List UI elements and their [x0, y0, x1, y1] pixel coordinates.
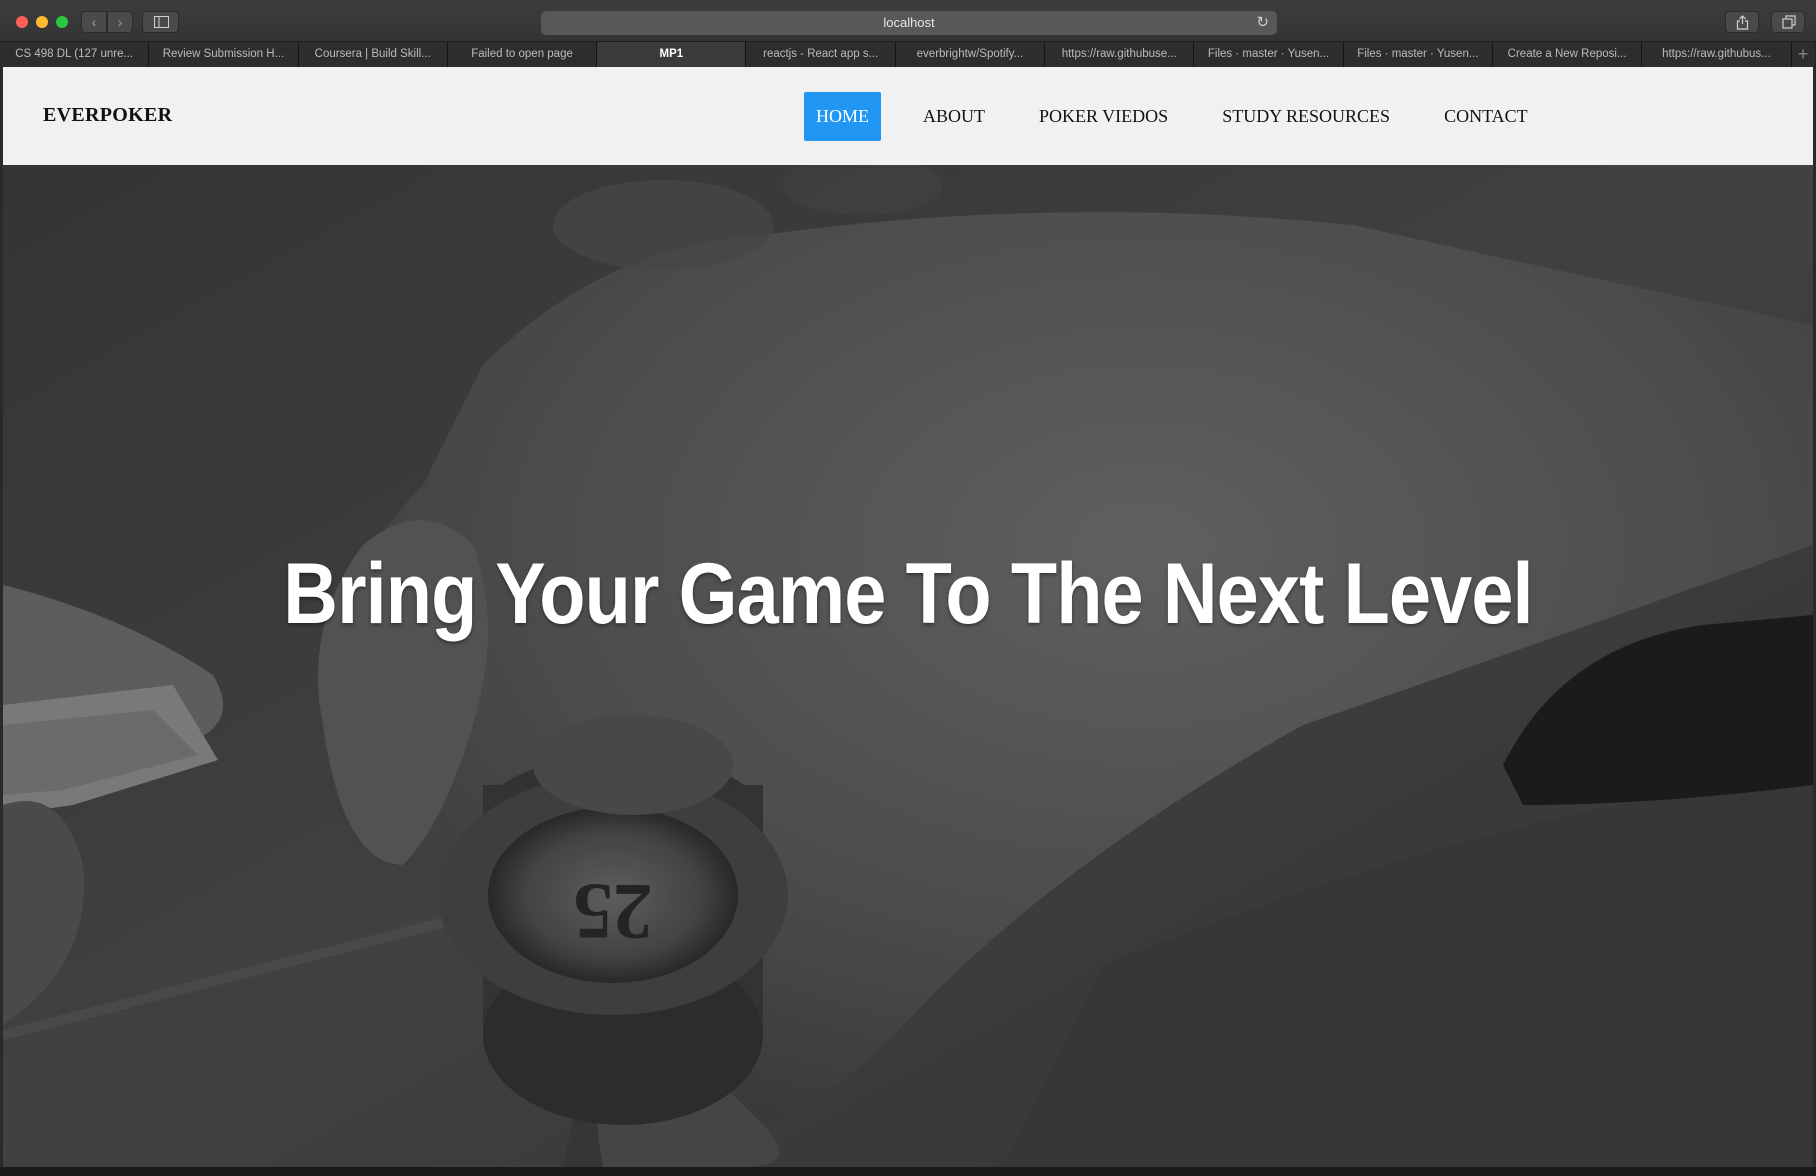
- browser-tab[interactable]: Files · master · Yusen...: [1194, 42, 1344, 67]
- browser-tab[interactable]: https://raw.githubus...: [1642, 42, 1792, 67]
- back-button[interactable]: ‹: [81, 11, 107, 33]
- site-navbar: EVERPOKER HOME ABOUT POKER VIEDOS STUDY …: [3, 67, 1813, 165]
- nav-menu: HOME ABOUT POKER VIEDOS STUDY RESOURCES …: [804, 92, 1570, 141]
- nav-item-home[interactable]: HOME: [804, 92, 881, 141]
- new-tab-button[interactable]: +: [1791, 42, 1815, 67]
- sidebar-icon: [154, 16, 169, 28]
- browser-tab-active[interactable]: MP1: [597, 42, 747, 67]
- chevron-left-icon: ‹: [91, 14, 97, 30]
- nav-item-contact[interactable]: CONTACT: [1432, 92, 1540, 141]
- hero-section: 25 Bring Your Game To The Next Level: [3, 165, 1813, 1167]
- share-icon: [1736, 15, 1749, 30]
- browser-tab[interactable]: Review Submission H...: [149, 42, 299, 67]
- chevron-right-icon: ›: [117, 14, 123, 30]
- browser-tab[interactable]: Create a New Reposi...: [1492, 42, 1643, 67]
- browser-tab[interactable]: CS 498 DL (127 unre...: [0, 42, 150, 67]
- site-logo[interactable]: EVERPOKER: [43, 104, 172, 127]
- tab-strip: CS 498 DL (127 unre... Review Submission…: [0, 42, 1816, 67]
- browser-tab[interactable]: Coursera | Build Skill...: [298, 42, 448, 67]
- nav-item-about[interactable]: ABOUT: [911, 92, 997, 141]
- browser-tab[interactable]: Files · master · Yusen...: [1343, 42, 1493, 67]
- share-button[interactable]: [1725, 11, 1759, 33]
- hero-background-image: 25: [3, 165, 1813, 1167]
- plus-icon: +: [1797, 44, 1809, 64]
- web-page: EVERPOKER HOME ABOUT POKER VIEDOS STUDY …: [3, 67, 1813, 1167]
- zoom-window-button[interactable]: [56, 16, 68, 28]
- browser-window: ‹ › localhost ↻ CS 498 DL (127 unre... R…: [0, 0, 1816, 1176]
- minimize-window-button[interactable]: [36, 16, 48, 28]
- sidebar-toggle-button[interactable]: [142, 11, 179, 33]
- hero-title: Bring Your Game To The Next Level: [283, 546, 1533, 642]
- url-text: localhost: [883, 15, 935, 30]
- tab-overview-icon: [1782, 15, 1796, 29]
- tab-overview-button[interactable]: [1771, 11, 1805, 33]
- nav-item-poker-videos[interactable]: POKER VIEDOS: [1027, 92, 1180, 141]
- nav-item-study-resources[interactable]: STUDY RESOURCES: [1210, 92, 1402, 141]
- browser-toolbar: ‹ › localhost ↻: [0, 0, 1816, 42]
- address-bar[interactable]: localhost ↻: [541, 11, 1277, 35]
- close-window-button[interactable]: [16, 16, 28, 28]
- browser-tab[interactable]: https://raw.githubuse...: [1045, 42, 1195, 67]
- browser-tab[interactable]: Failed to open page: [447, 42, 598, 67]
- window-bottom-edge: [0, 1167, 1816, 1176]
- browser-tab[interactable]: everbrightw/Spotify...: [895, 42, 1046, 67]
- forward-button[interactable]: ›: [107, 11, 133, 33]
- browser-tab[interactable]: reactjs - React app s...: [746, 42, 896, 67]
- reload-icon[interactable]: ↻: [1256, 11, 1269, 35]
